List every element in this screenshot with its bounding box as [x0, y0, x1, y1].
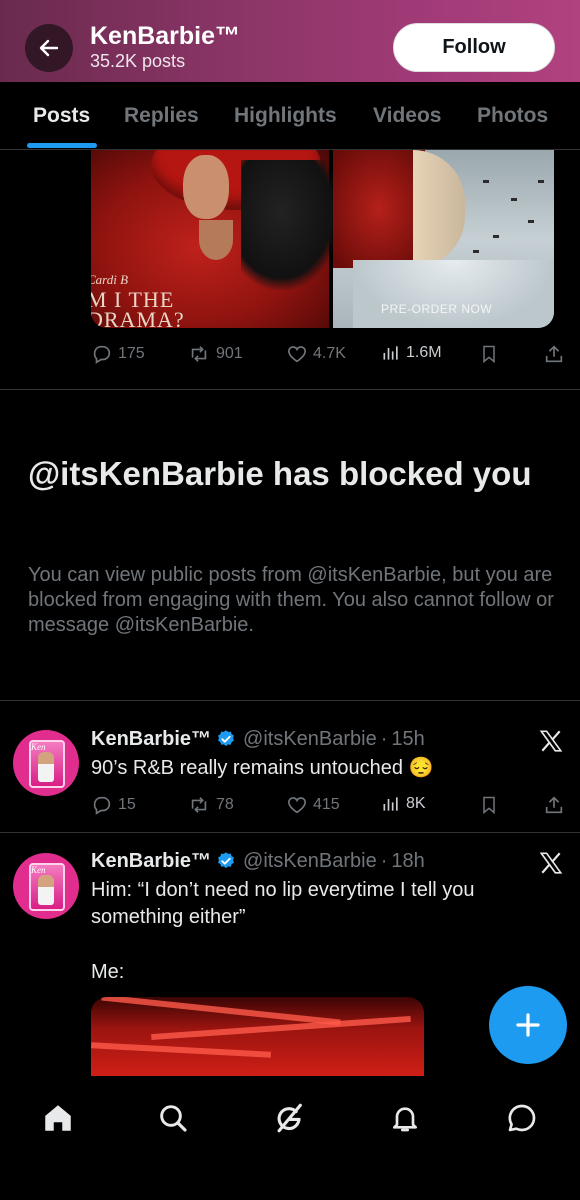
verified-badge-icon [218, 730, 234, 747]
repost-button[interactable]: 78 [187, 794, 234, 816]
tab-posts[interactable]: Posts [33, 104, 90, 128]
search-icon [160, 1105, 187, 1132]
repost-count: 78 [216, 796, 234, 813]
comment-icon [93, 345, 111, 364]
reply-button[interactable]: 175 [91, 343, 145, 365]
post-text: Him: “I don’t need no lip everytime I te… [91, 879, 475, 928]
repost-count: 901 [216, 345, 243, 362]
arrow-left-icon [39, 39, 59, 57]
reply-count: 15 [118, 796, 136, 813]
bottom-navigation [0, 1076, 580, 1200]
share-button[interactable] [543, 794, 565, 816]
blocked-message: You can view public posts from @itsKenBa… [28, 564, 554, 636]
follow-button[interactable]: Follow [393, 23, 555, 72]
repost-icon [191, 797, 207, 813]
post-image[interactable] [91, 997, 424, 1077]
divider [0, 700, 580, 701]
heart-icon [287, 346, 307, 363]
profile-display-name: KenBarbie™ [90, 22, 241, 50]
compose-post-button[interactable] [489, 986, 567, 1064]
author-handle[interactable]: @itsKenBarbie [243, 728, 377, 751]
avatar[interactable]: Ken [13, 853, 79, 919]
bookmark-button[interactable] [479, 794, 499, 816]
profile-header: KenBarbie™ 35.2K posts Follow [0, 0, 580, 82]
tab-replies[interactable]: Replies [124, 104, 199, 128]
nav-messages[interactable] [502, 1098, 542, 1138]
x-logo-icon[interactable] [538, 728, 564, 754]
bookmark-button[interactable] [479, 343, 499, 365]
back-button[interactable] [25, 24, 73, 72]
album-cover-image[interactable]: Cardi B M I THE DRAMA? [91, 150, 341, 328]
post-header: KenBarbie™ @itsKenBarbie · 15h [91, 726, 425, 752]
author-name[interactable]: KenBarbie™ [91, 850, 211, 873]
plus-icon [516, 1013, 540, 1037]
nav-home[interactable] [38, 1098, 78, 1138]
preorder-label: PRE-ORDER NOW [381, 302, 493, 316]
divider [0, 832, 580, 833]
x-logo-icon[interactable] [538, 850, 564, 876]
reply-button[interactable]: 15 [91, 794, 136, 816]
like-button[interactable]: 415 [286, 794, 340, 816]
divider [0, 389, 580, 390]
views-button[interactable]: 1.6M [381, 343, 442, 363]
avatar[interactable]: Ken [13, 730, 79, 796]
post-time[interactable]: 15h [391, 728, 424, 751]
comment-icon [93, 796, 111, 815]
post-actions: 15 78 415 8K [91, 794, 566, 818]
heart-icon [287, 797, 307, 814]
album-cover-text: Cardi B M I THE DRAMA? [91, 272, 185, 328]
profile-tabs: Posts Replies Highlights Videos Photos [0, 82, 580, 150]
nav-grok[interactable] [269, 1098, 309, 1138]
active-tab-indicator [27, 143, 97, 148]
notifications-icon [393, 1107, 417, 1132]
blocked-title: @itsKenBarbie has blocked you [28, 455, 532, 492]
preorder-image[interactable]: PRE-ORDER NOW [333, 150, 554, 328]
post-media-gallery[interactable]: Cardi B M I THE DRAMA? PRE-ORDER NOW [91, 150, 554, 328]
author-handle[interactable]: @itsKenBarbie [243, 850, 377, 873]
post-text: 90’s R&B really remains untouched 😔 [91, 757, 434, 779]
bookmark-icon [483, 796, 495, 815]
post-header: KenBarbie™ @itsKenBarbie · 18h [91, 848, 425, 874]
messages-icon [508, 1104, 536, 1132]
home-icon [45, 1105, 71, 1131]
nav-notifications[interactable] [385, 1098, 425, 1138]
view-count: 1.6M [406, 344, 442, 361]
post-actions: 175 901 4.7K 1.6M [91, 343, 566, 367]
tab-photos[interactable]: Photos [477, 104, 548, 128]
post-count: 35.2K posts [90, 51, 186, 71]
separator-dot: · [380, 849, 388, 872]
grok-icon [277, 1103, 302, 1133]
repost-icon [191, 346, 207, 362]
post-time[interactable]: 18h [391, 850, 424, 873]
post-text-continued: Me: [91, 961, 125, 983]
verified-badge-icon [218, 852, 234, 869]
views-button[interactable]: 8K [381, 794, 426, 814]
separator-dot: · [380, 727, 388, 750]
bookmark-icon [483, 345, 495, 364]
reply-count: 175 [118, 345, 145, 362]
bar-chart-icon [383, 797, 398, 811]
bar-chart-icon [383, 346, 398, 360]
repost-button[interactable]: 901 [187, 343, 243, 365]
nav-search[interactable] [153, 1098, 193, 1138]
share-button[interactable] [543, 343, 565, 365]
like-button[interactable]: 4.7K [286, 343, 346, 365]
like-count: 4.7K [313, 345, 346, 362]
tab-videos[interactable]: Videos [373, 104, 441, 128]
tab-highlights[interactable]: Highlights [234, 104, 337, 128]
view-count: 8K [406, 795, 426, 812]
like-count: 415 [313, 796, 340, 813]
author-name[interactable]: KenBarbie™ [91, 728, 211, 751]
share-icon [545, 345, 563, 363]
share-icon [545, 796, 563, 814]
